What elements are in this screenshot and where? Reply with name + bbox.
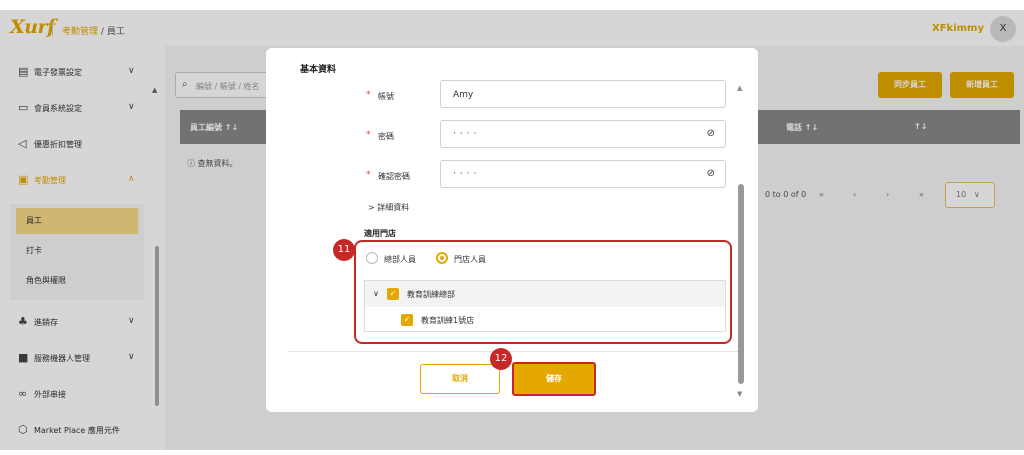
- details-toggle[interactable]: > 詳細資料: [368, 202, 409, 213]
- step-badge-11: 11: [333, 239, 355, 261]
- confirm-password-field[interactable]: ···· ⊘: [440, 160, 726, 188]
- store-section-title: 適用門店: [364, 229, 396, 238]
- modal-scrollbar[interactable]: [738, 184, 744, 384]
- modal-scroll-up-icon[interactable]: ▲: [737, 84, 742, 92]
- required-mark: *: [366, 90, 371, 100]
- password-label: 密碼: [378, 132, 394, 141]
- eye-off-icon[interactable]: ⊘: [707, 128, 715, 139]
- account-field[interactable]: Amy: [440, 80, 726, 108]
- modal-title: 基本資料: [300, 65, 337, 75]
- modal-divider: [288, 351, 738, 352]
- cancel-button[interactable]: 取消: [420, 364, 500, 394]
- password-value: ····: [453, 129, 481, 139]
- required-mark: *: [366, 170, 371, 180]
- confirm-password-value: ····: [453, 169, 481, 179]
- save-button[interactable]: 儲存: [512, 362, 596, 396]
- required-mark: *: [366, 130, 371, 140]
- account-value: Amy: [453, 90, 474, 100]
- modal-scroll-down-icon[interactable]: ▼: [737, 390, 742, 398]
- eye-off-icon[interactable]: ⊘: [707, 168, 715, 179]
- password-field[interactable]: ···· ⊘: [440, 120, 726, 148]
- account-label: 帳號: [378, 92, 394, 101]
- step-badge-12: 12: [490, 348, 512, 370]
- highlight-store-section: [354, 240, 732, 344]
- confirm-password-label: 確認密碼: [378, 172, 410, 181]
- basic-info-modal: 基本資料 * 帳號 Amy * 密碼 ···· ⊘ * 確認密碼 ···· ⊘ …: [266, 48, 758, 412]
